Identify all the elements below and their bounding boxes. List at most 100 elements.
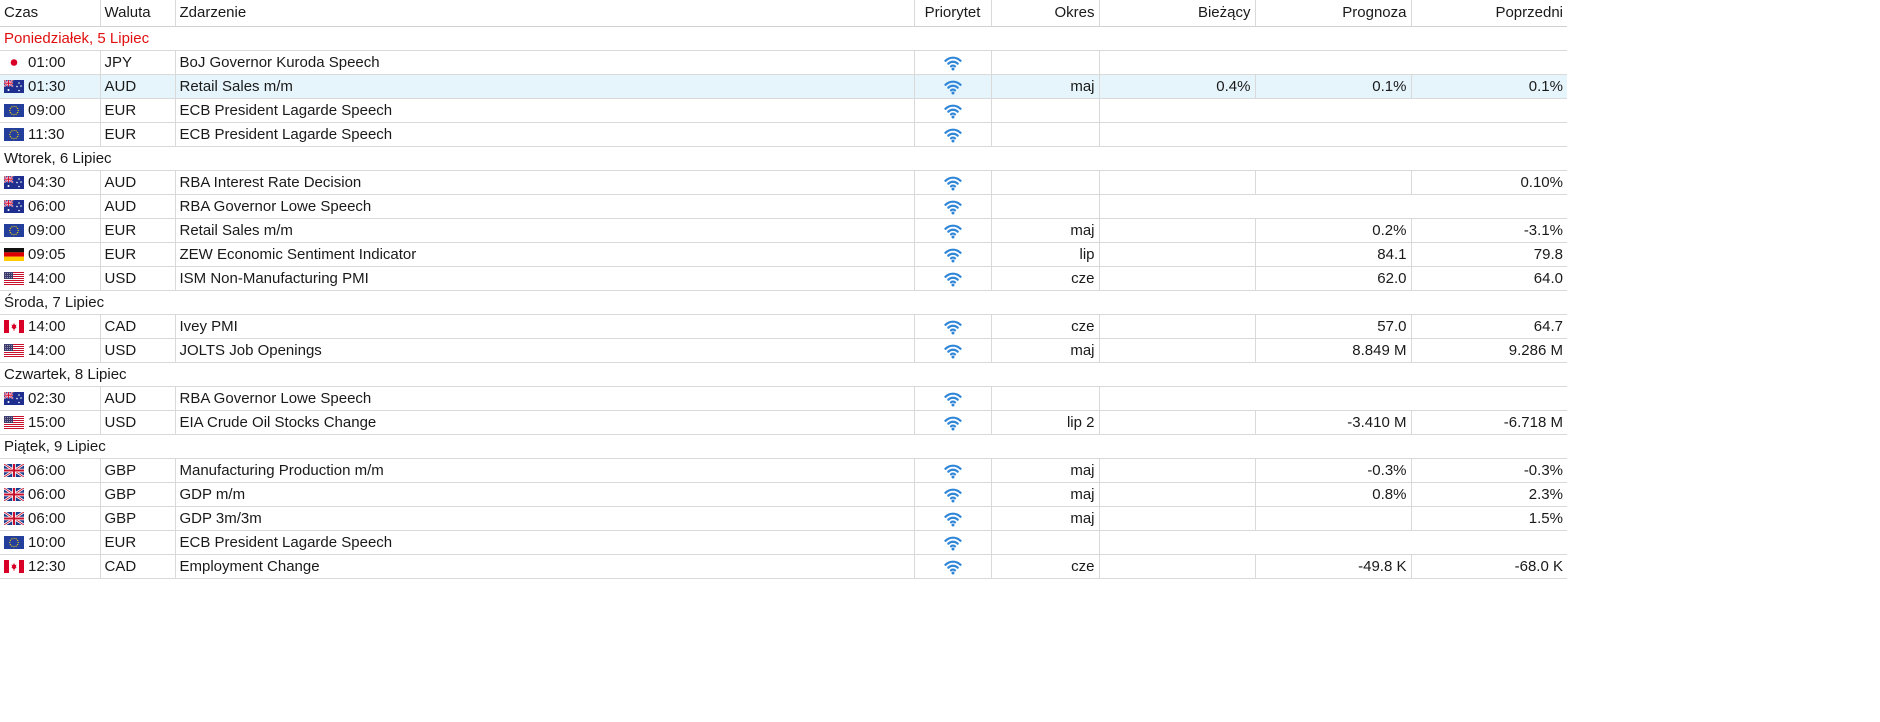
event-time: 09:05: [28, 245, 66, 263]
column-header-time[interactable]: Czas: [0, 0, 101, 27]
table-row[interactable]: 09:00 EUR Retail Sales m/m maj 0.2% -3.1%: [0, 218, 1567, 243]
currency-cell: GBP: [100, 458, 176, 483]
currency-cell: EUR: [100, 98, 176, 123]
day-label: Wtorek, 6 Lipiec: [0, 146, 1567, 171]
currency-cell: USD: [100, 338, 176, 363]
event-name: RBA Governor Lowe Speech: [175, 194, 915, 219]
actual-cell: [1099, 314, 1256, 339]
priority-cell: [914, 338, 992, 363]
column-header-priority[interactable]: Priorytet: [914, 0, 992, 27]
gb-flag-icon: [4, 463, 24, 477]
day-label: Poniedziałek, 5 Lipiec: [0, 26, 1567, 51]
period-cell: maj: [991, 74, 1100, 99]
previous-cell: 0.1%: [1411, 74, 1567, 99]
priority-signal-icon: [943, 533, 962, 551]
period-cell: lip 2: [991, 410, 1100, 435]
priority-signal-icon: [943, 53, 962, 71]
priority-cell: [914, 194, 992, 219]
table-row[interactable]: 10:00 EUR ECB President Lagarde Speech: [0, 530, 1567, 555]
previous-cell: 2.3%: [1411, 482, 1567, 507]
au-flag-icon: [4, 79, 24, 93]
table-row[interactable]: 06:00 GBP GDP m/m maj 0.8% 2.3%: [0, 482, 1567, 507]
priority-signal-icon: [943, 317, 962, 335]
day-header-row: Wtorek, 6 Lipiec: [0, 146, 1567, 171]
table-row[interactable]: 06:00 GBP GDP 3m/3m maj 1.5%: [0, 506, 1567, 531]
period-cell: cze: [991, 314, 1100, 339]
time-cell: 14:00: [0, 338, 101, 363]
column-header-event[interactable]: Zdarzenie: [175, 0, 915, 27]
forecast-cell: -0.3%: [1255, 458, 1412, 483]
day-header-row: Środa, 7 Lipiec: [0, 290, 1567, 315]
de-flag-icon: [4, 247, 24, 261]
actual-cell: 0.4%: [1099, 74, 1256, 99]
actual-cell: [1099, 506, 1256, 531]
priority-signal-icon: [943, 413, 962, 431]
currency-cell: AUD: [100, 194, 176, 219]
event-name: Manufacturing Production m/m: [175, 458, 915, 483]
event-time: 12:30: [28, 557, 66, 575]
forecast-cell: 8.849 M: [1255, 338, 1412, 363]
eu-flag-icon: [4, 103, 24, 117]
event-time: 06:00: [28, 197, 66, 215]
table-row[interactable]: 01:00 JPY BoJ Governor Kuroda Speech: [0, 50, 1567, 75]
priority-cell: [914, 458, 992, 483]
table-row[interactable]: 06:00 AUD RBA Governor Lowe Speech: [0, 194, 1567, 219]
empty-values-cell: [1099, 98, 1567, 123]
time-cell: 14:00: [0, 314, 101, 339]
event-name: RBA Interest Rate Decision: [175, 170, 915, 195]
priority-signal-icon: [943, 197, 962, 215]
time-cell: 09:05: [0, 242, 101, 267]
calendar-body: Poniedziałek, 5 Lipiec 01:00 JPY BoJ Govern…: [0, 26, 1567, 579]
eu-flag-icon: [4, 223, 24, 237]
column-header-forecast[interactable]: Prognoza: [1255, 0, 1412, 27]
event-name: GDP 3m/3m: [175, 506, 915, 531]
period-cell: maj: [991, 218, 1100, 243]
previous-cell: 0.10%: [1411, 170, 1567, 195]
table-row[interactable]: 14:00 USD JOLTS Job Openings maj 8.849 M 9.28…: [0, 338, 1567, 363]
table-row[interactable]: 01:30 AUD Retail Sales m/m maj 0.4% 0.1% 0.1%: [0, 74, 1567, 99]
table-row[interactable]: 12:30 CAD Employment Change cze -49.8 K -68.0…: [0, 554, 1567, 579]
event-name: RBA Governor Lowe Speech: [175, 386, 915, 411]
priority-cell: [914, 554, 992, 579]
previous-cell: -68.0 K: [1411, 554, 1567, 579]
priority-signal-icon: [943, 221, 962, 239]
table-row[interactable]: 11:30 EUR ECB President Lagarde Speech: [0, 122, 1567, 147]
previous-cell: -0.3%: [1411, 458, 1567, 483]
event-time: 09:00: [28, 101, 66, 119]
table-row[interactable]: 09:05 EUR ZEW Economic Sentiment Indicator…: [0, 242, 1567, 267]
column-header-previous[interactable]: Poprzedni: [1411, 0, 1567, 27]
previous-cell: 64.0: [1411, 266, 1567, 291]
table-row[interactable]: 02:30 AUD RBA Governor Lowe Speech: [0, 386, 1567, 411]
column-header-currency[interactable]: Waluta: [100, 0, 176, 27]
event-name: Ivey PMI: [175, 314, 915, 339]
previous-cell: 1.5%: [1411, 506, 1567, 531]
calendar-table: Czas Waluta Zdarzenie Priorytet Okres Bi…: [0, 0, 1567, 579]
forecast-cell: [1255, 170, 1412, 195]
period-cell: maj: [991, 458, 1100, 483]
event-time: 14:00: [28, 269, 66, 287]
time-cell: 01:00: [0, 50, 101, 75]
forecast-cell: 0.8%: [1255, 482, 1412, 507]
table-row[interactable]: 06:00 GBP Manufacturing Production m/m maj -…: [0, 458, 1567, 483]
gb-flag-icon: [4, 511, 24, 525]
period-cell: [991, 170, 1100, 195]
table-row[interactable]: 14:00 CAD Ivey PMI cze 57.0 64.7: [0, 314, 1567, 339]
ca-flag-icon: [4, 559, 24, 573]
priority-signal-icon: [943, 269, 962, 287]
table-row[interactable]: 14:00 USD ISM Non-Manufacturing PMI cze 62.0…: [0, 266, 1567, 291]
column-header-actual[interactable]: Bieżący: [1099, 0, 1256, 27]
priority-signal-icon: [943, 101, 962, 119]
priority-cell: [914, 530, 992, 555]
empty-values-cell: [1099, 530, 1567, 555]
period-cell: maj: [991, 482, 1100, 507]
priority-cell: [914, 314, 992, 339]
currency-cell: EUR: [100, 122, 176, 147]
column-header-period[interactable]: Okres: [991, 0, 1100, 27]
priority-cell: [914, 170, 992, 195]
table-row[interactable]: 15:00 USD EIA Crude Oil Stocks Change lip 2…: [0, 410, 1567, 435]
table-row[interactable]: 09:00 EUR ECB President Lagarde Speech: [0, 98, 1567, 123]
event-name: ECB President Lagarde Speech: [175, 98, 915, 123]
empty-values-cell: [1099, 386, 1567, 411]
table-row[interactable]: 04:30 AUD RBA Interest Rate Decision 0.10%: [0, 170, 1567, 195]
economic-calendar: Czas Waluta Zdarzenie Priorytet Okres Bi…: [0, 0, 1567, 601]
